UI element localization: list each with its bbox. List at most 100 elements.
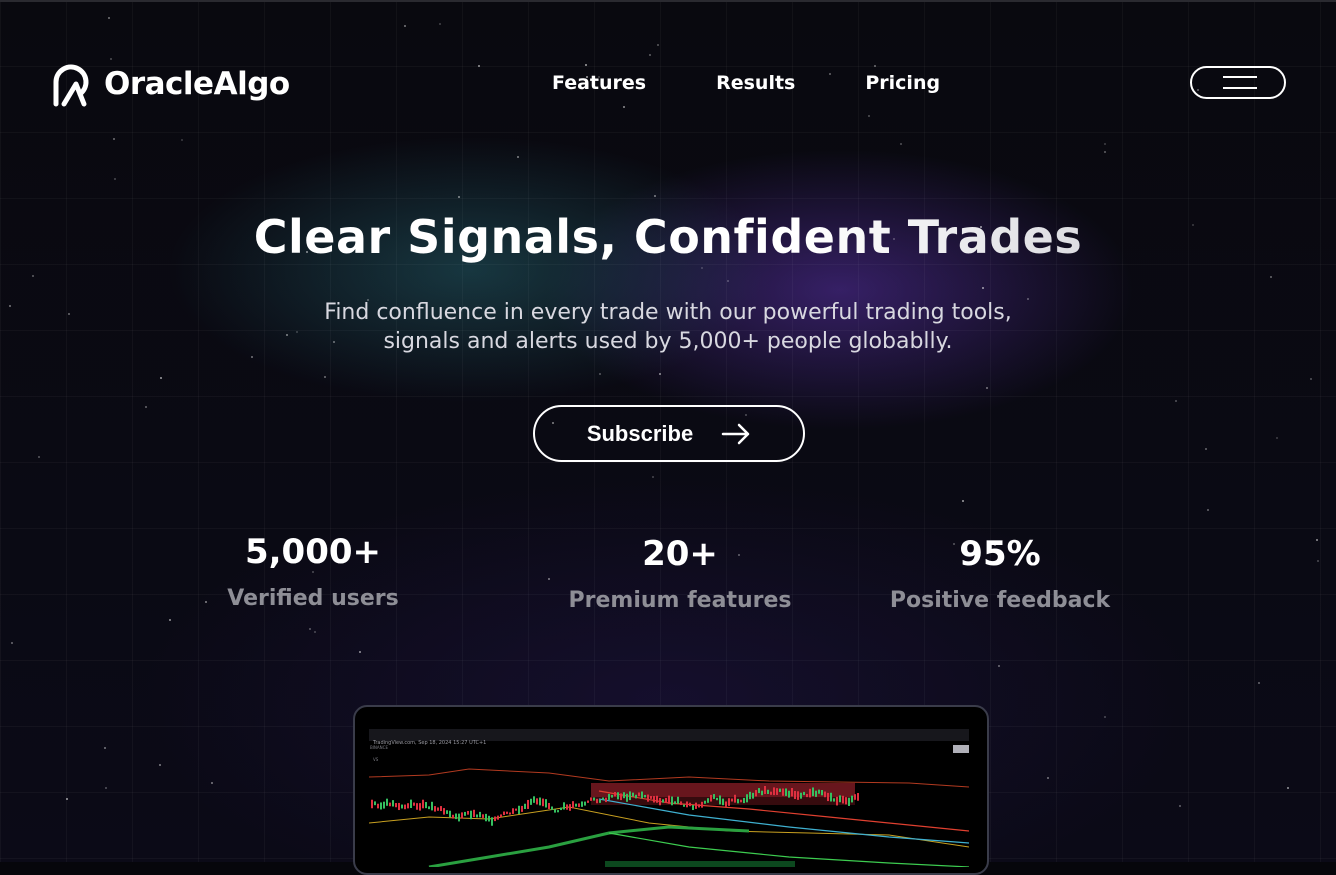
star bbox=[1317, 560, 1319, 562]
candle bbox=[848, 797, 850, 806]
candle bbox=[785, 788, 787, 796]
candle bbox=[437, 807, 439, 811]
candle bbox=[527, 799, 529, 809]
trend-line bbox=[598, 798, 969, 844]
star bbox=[1270, 276, 1272, 278]
hero-subtitle-line-2: signals and alerts used by 5,000+ people… bbox=[383, 329, 953, 354]
candle bbox=[404, 804, 406, 810]
candle bbox=[710, 794, 712, 802]
star bbox=[114, 178, 116, 180]
candle bbox=[581, 801, 583, 807]
nav-results[interactable]: Results bbox=[716, 72, 795, 94]
candle bbox=[695, 802, 697, 809]
stat-feedback: 95% Positive feedback bbox=[850, 534, 1150, 613]
menu-button[interactable] bbox=[1190, 66, 1286, 99]
candle bbox=[524, 803, 526, 809]
candle bbox=[821, 790, 823, 796]
candle bbox=[776, 788, 778, 795]
star bbox=[1104, 151, 1106, 153]
candle bbox=[566, 804, 568, 810]
star bbox=[1207, 509, 1209, 511]
candle bbox=[722, 798, 724, 806]
candle bbox=[797, 791, 799, 800]
candle bbox=[677, 796, 679, 804]
star bbox=[404, 25, 406, 27]
candle bbox=[593, 797, 595, 801]
candle bbox=[428, 806, 430, 810]
laptop-preview: TradingView.com, Sep 18, 2024 15:27 UTC+… bbox=[353, 705, 989, 875]
candle bbox=[473, 809, 475, 818]
candle bbox=[674, 801, 676, 805]
candle bbox=[707, 798, 709, 803]
candle bbox=[680, 801, 682, 805]
candle bbox=[818, 789, 820, 794]
candle bbox=[551, 806, 553, 810]
star bbox=[1104, 143, 1106, 145]
star bbox=[517, 156, 519, 158]
logo[interactable]: OracleAlgo bbox=[50, 60, 290, 108]
arrow-right-icon bbox=[721, 423, 750, 444]
candle bbox=[518, 805, 520, 814]
candle bbox=[416, 803, 418, 810]
star bbox=[9, 305, 11, 307]
candle bbox=[470, 810, 472, 820]
candle bbox=[575, 803, 577, 807]
candle bbox=[515, 808, 517, 811]
star bbox=[359, 651, 361, 653]
star bbox=[309, 628, 311, 630]
star bbox=[998, 665, 1000, 667]
candle bbox=[569, 804, 571, 811]
candle bbox=[782, 788, 784, 796]
candle bbox=[725, 801, 727, 807]
candle bbox=[626, 793, 628, 802]
star bbox=[657, 44, 659, 46]
candle bbox=[683, 804, 685, 807]
star bbox=[874, 65, 876, 67]
star bbox=[900, 143, 902, 145]
chart-header-text: TradingView.com, Sep 18, 2024 15:27 UTC+… bbox=[373, 740, 487, 746]
candle bbox=[380, 802, 382, 810]
candle bbox=[620, 793, 622, 801]
candle bbox=[374, 801, 376, 806]
candle bbox=[719, 795, 721, 805]
candle bbox=[377, 803, 379, 809]
candle bbox=[386, 798, 388, 806]
candle bbox=[542, 798, 544, 807]
candle bbox=[530, 798, 532, 805]
star bbox=[104, 747, 106, 749]
star bbox=[159, 764, 161, 766]
candle bbox=[800, 792, 802, 799]
star bbox=[68, 313, 70, 315]
candle bbox=[755, 790, 757, 797]
candle bbox=[617, 792, 619, 800]
candle bbox=[752, 792, 754, 799]
subscribe-button[interactable]: Subscribe bbox=[533, 405, 805, 462]
candle bbox=[806, 794, 808, 798]
candle bbox=[737, 798, 739, 804]
subscribe-label: Subscribe bbox=[586, 420, 694, 446]
candle bbox=[764, 786, 766, 794]
candle bbox=[584, 801, 586, 806]
nav-features[interactable]: Features bbox=[552, 72, 646, 94]
candle bbox=[662, 799, 664, 803]
candle bbox=[419, 803, 421, 811]
nav-pricing[interactable]: Pricing bbox=[865, 72, 940, 94]
hero-subtitle: Find confluence in every trade with our … bbox=[268, 298, 1068, 356]
candle bbox=[779, 788, 781, 792]
top-border bbox=[0, 0, 1336, 2]
candle bbox=[590, 797, 592, 801]
candle bbox=[557, 810, 559, 813]
star bbox=[1047, 777, 1049, 779]
candle bbox=[698, 804, 700, 808]
candle bbox=[554, 809, 556, 813]
candle bbox=[650, 796, 652, 799]
trading-chart-preview bbox=[369, 768, 969, 867]
candle bbox=[671, 796, 673, 806]
candle bbox=[659, 797, 661, 806]
candle bbox=[614, 791, 616, 797]
candle bbox=[485, 813, 487, 822]
star bbox=[599, 373, 601, 375]
candle bbox=[500, 814, 502, 818]
candle bbox=[632, 792, 634, 797]
candle bbox=[611, 794, 613, 798]
